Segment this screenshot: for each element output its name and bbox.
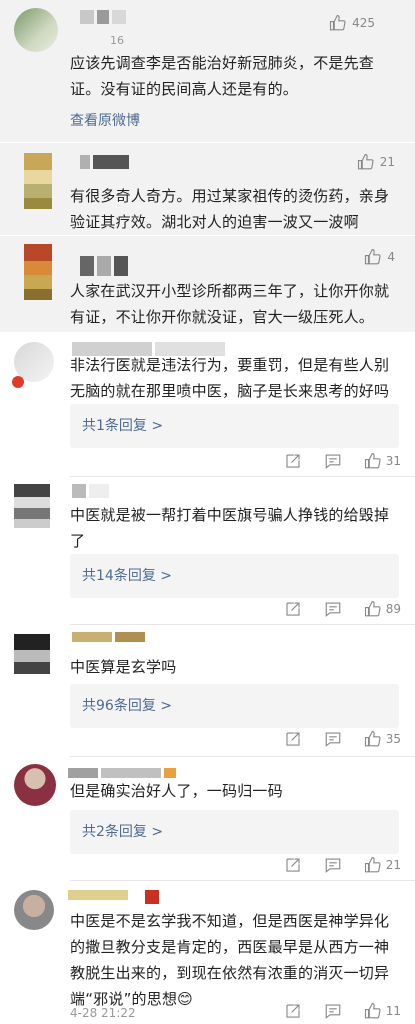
comment-1: 16 425 应该先调查李是否能治好新冠肺炎，不是先查证。没有证的民间高人还是有… bbox=[0, 0, 415, 142]
username-blurred[interactable] bbox=[72, 484, 109, 498]
avatar[interactable] bbox=[14, 484, 50, 528]
avatar[interactable] bbox=[14, 764, 56, 806]
avatar[interactable] bbox=[14, 634, 50, 674]
like-button[interactable]: 31 bbox=[364, 452, 401, 470]
share-icon bbox=[286, 602, 300, 616]
like-button[interactable]: 89 bbox=[364, 600, 401, 618]
comment-actions: 11 bbox=[262, 1002, 401, 1020]
share-button[interactable] bbox=[284, 1002, 302, 1020]
comment-text: 中医是不是玄学我不知道，但是西医是神学异化的撒旦教分支是肯定的，西医最早是从西方… bbox=[70, 912, 390, 1008]
username-blurred[interactable] bbox=[72, 632, 145, 646]
comment-text: 应该先调查李是否能治好新冠肺炎，不是先查证。没有证的民间高人还是有的。 bbox=[70, 54, 375, 98]
like-count: 31 bbox=[385, 454, 401, 468]
thumbs-up-icon bbox=[364, 452, 381, 469]
like-count: 89 bbox=[385, 602, 401, 616]
comment-button[interactable] bbox=[324, 452, 342, 470]
comment-8: 中医是不是玄学我不知道，但是西医是神学异化的撒旦教分支是肯定的，西医最早是从西方… bbox=[0, 880, 415, 1024]
comment-text: 非法行医就是违法行为，要重罚，但是有些人别无脑的就在那里喷中医，脑子是长来思考的… bbox=[70, 356, 390, 400]
share-icon bbox=[286, 858, 300, 872]
thumbs-up-icon bbox=[364, 600, 381, 617]
view-original-link[interactable]: 查看原微博 bbox=[70, 110, 140, 130]
share-icon bbox=[286, 1004, 300, 1018]
comment-text: 中医就是被一帮打着中医旗号骗人挣钱的给毁掉了 bbox=[70, 506, 390, 550]
divider bbox=[70, 624, 415, 625]
comment-2: 21 有很多奇人奇方。用过某家祖传的烫伤药，亲身验证其疗效。湖北对人的迫害一波又… bbox=[0, 143, 415, 235]
comment-button[interactable] bbox=[324, 856, 342, 874]
username-blurred[interactable] bbox=[68, 890, 159, 904]
reply-count-link[interactable]: 共2条回复 > bbox=[70, 810, 399, 854]
share-icon bbox=[286, 732, 300, 746]
reply-count-link[interactable]: 共14条回复 > bbox=[70, 554, 399, 598]
like-button[interactable]: 425 bbox=[329, 14, 375, 32]
timestamp: 4-28 21:22 bbox=[70, 1006, 136, 1020]
like-button[interactable]: 21 bbox=[364, 856, 401, 874]
comment-text: 人家在武汉开小型诊所都两三年了，让你开你就有证，不让你开你就没证，官大一级压死人… bbox=[70, 282, 390, 326]
share-button[interactable] bbox=[284, 452, 302, 470]
avatar[interactable] bbox=[24, 244, 52, 300]
comment-7: 但是确实治好人了，一码归一码 共2条回复 > 21 bbox=[0, 756, 415, 878]
verified-badge bbox=[12, 376, 24, 388]
comment-icon bbox=[325, 454, 341, 469]
like-button[interactable]: 35 bbox=[364, 730, 401, 748]
comment-actions: 35 bbox=[262, 730, 401, 748]
comment-icon bbox=[325, 1004, 341, 1019]
thumbs-up-icon bbox=[364, 856, 381, 873]
comment-text: 中医算是玄学吗 bbox=[70, 658, 177, 676]
comment-5: 中医就是被一帮打着中医旗号骗人挣钱的给毁掉了 共14条回复 > 89 bbox=[0, 476, 415, 622]
share-icon bbox=[286, 454, 300, 468]
like-button[interactable]: 21 bbox=[357, 153, 395, 171]
comment-button[interactable] bbox=[324, 600, 342, 618]
like-count: 35 bbox=[385, 732, 401, 746]
comment-icon bbox=[325, 858, 341, 873]
comment-6: 中医算是玄学吗 共96条回复 > 35 bbox=[0, 624, 415, 754]
comment-text: 有很多奇人奇方。用过某家祖传的烫伤药，亲身验证其疗效。湖北对人的迫害一波又一波啊 bbox=[70, 187, 390, 231]
username-blurred[interactable] bbox=[80, 10, 126, 24]
like-button[interactable]: 4 bbox=[364, 248, 395, 266]
thumbs-up-icon bbox=[364, 1002, 381, 1019]
avatar[interactable] bbox=[24, 153, 52, 209]
comment-4: 非法行医就是违法行为，要重罚，但是有些人别无脑的就在那里喷中医，脑子是长来思考的… bbox=[0, 334, 415, 476]
comment-icon bbox=[325, 602, 341, 617]
comment-actions: 31 bbox=[262, 452, 401, 470]
like-count: 21 bbox=[385, 858, 401, 872]
comment-3: 4 人家在武汉开小型诊所都两三年了，让你开你就有证，不让你开你就没证，官大一级压… bbox=[0, 236, 415, 332]
username-suffix: 16 bbox=[110, 34, 124, 47]
like-count: 4 bbox=[387, 250, 395, 264]
comment-icon bbox=[325, 732, 341, 747]
like-button[interactable]: 11 bbox=[364, 1002, 401, 1020]
share-button[interactable] bbox=[284, 600, 302, 618]
share-button[interactable] bbox=[284, 730, 302, 748]
divider bbox=[70, 880, 415, 881]
like-count: 425 bbox=[352, 16, 375, 30]
username-blurred[interactable] bbox=[80, 256, 128, 276]
reply-count-link[interactable]: 共1条回复 > bbox=[70, 404, 399, 448]
comment-button[interactable] bbox=[324, 730, 342, 748]
avatar[interactable] bbox=[14, 8, 58, 52]
username-blurred[interactable] bbox=[80, 155, 129, 169]
share-button[interactable] bbox=[284, 856, 302, 874]
thumbs-up-icon bbox=[365, 248, 381, 265]
thumbs-up-icon bbox=[364, 730, 381, 747]
like-count: 21 bbox=[379, 155, 395, 169]
comment-actions: 21 bbox=[262, 856, 401, 874]
like-count: 11 bbox=[385, 1004, 401, 1018]
thumbs-up-icon bbox=[357, 153, 374, 170]
divider bbox=[70, 476, 415, 477]
avatar[interactable] bbox=[14, 890, 54, 930]
divider bbox=[70, 756, 415, 757]
comment-text: 但是确实治好人了，一码归一码 bbox=[70, 782, 283, 800]
thumbs-up-icon bbox=[330, 14, 346, 31]
comment-actions: 89 bbox=[262, 600, 401, 618]
reply-count-link[interactable]: 共96条回复 > bbox=[70, 684, 399, 728]
comment-button[interactable] bbox=[324, 1002, 342, 1020]
